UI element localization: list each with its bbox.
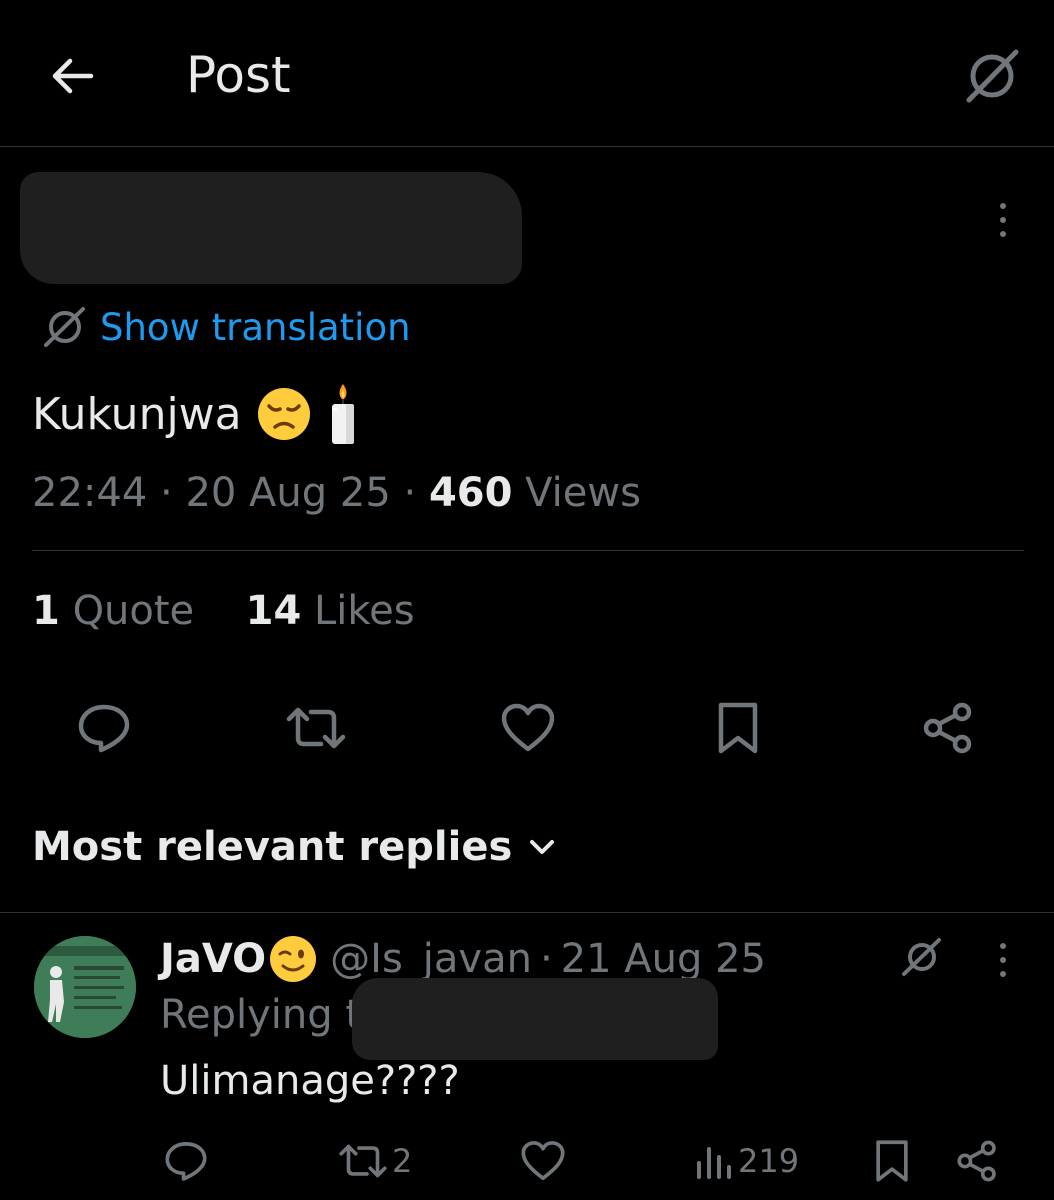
reply-text: Ulimanage???? <box>160 1058 460 1104</box>
post-meta: 22:44 · 20 Aug 25 · 460 Views <box>32 470 641 516</box>
share-icon <box>957 1140 996 1182</box>
likes-link[interactable]: 14 Likes <box>246 588 415 634</box>
reply-icon <box>165 1142 207 1181</box>
more-options-button[interactable] <box>984 196 1022 244</box>
repost-button[interactable] <box>284 696 348 760</box>
arrow-left-icon <box>52 58 94 94</box>
page-title: Post <box>186 46 291 104</box>
more-dot <box>1000 231 1006 237</box>
grok-icon <box>44 307 85 347</box>
reply-views-count: 219 <box>738 1142 800 1180</box>
reply-sort-label: Most relevant replies <box>32 824 513 870</box>
winking-face-icon <box>270 936 317 982</box>
bookmark-icon <box>718 702 758 754</box>
grok-button[interactable] <box>894 932 948 982</box>
meta-separator: · <box>403 470 417 516</box>
grok-button[interactable] <box>958 44 1026 108</box>
reply-repost-button[interactable]: 2 <box>338 1136 412 1186</box>
more-dot <box>1000 957 1006 963</box>
grok-icon <box>966 49 1019 103</box>
disappointed-face-icon <box>257 388 310 440</box>
post-stats: 1 Quote 14 Likes <box>32 588 415 634</box>
likes-label: Likes <box>314 588 415 634</box>
reply-views-button[interactable]: 219 <box>694 1136 799 1186</box>
reply-icon <box>78 704 130 753</box>
candle-icon <box>331 384 354 444</box>
avatar-image <box>34 936 136 1038</box>
show-translation-link[interactable]: Show translation <box>40 302 411 352</box>
reply-more-options-button[interactable] <box>984 936 1022 984</box>
reply-button[interactable] <box>72 696 136 760</box>
bookmark-icon <box>876 1140 908 1182</box>
share-icon <box>923 702 972 754</box>
post-time: 22:44 <box>32 470 148 516</box>
top-bar: Post <box>0 0 1054 147</box>
bookmark-button[interactable] <box>706 696 770 760</box>
reply-date: 21 Aug 25 <box>560 936 766 982</box>
repost-icon <box>286 707 346 749</box>
post-body: Kukunjwa <box>32 388 242 440</box>
quotes-count: 1 <box>32 588 60 634</box>
views-count: 460 <box>428 470 513 516</box>
redacted-author-info <box>20 172 522 284</box>
post-text: Kukunjwa <box>32 382 360 446</box>
grok-icon <box>902 938 941 976</box>
avatar[interactable] <box>34 936 136 1038</box>
repost-icon <box>339 1144 387 1178</box>
back-button[interactable] <box>44 50 100 102</box>
quotes-label: Quote <box>72 588 195 634</box>
post-date: 20 Aug 25 <box>185 470 391 516</box>
reply-sort-dropdown[interactable]: Most relevant replies <box>32 824 556 870</box>
reply-header: JaVO @Is_javan · 21 Aug 25 <box>160 934 766 984</box>
heart-icon <box>521 1141 565 1181</box>
reply-bookmark-button[interactable] <box>874 1136 910 1186</box>
more-dot <box>1000 217 1006 223</box>
like-button[interactable] <box>496 696 560 760</box>
more-dot <box>1000 943 1006 949</box>
replying-to: Replying t <box>160 992 361 1038</box>
replying-to-label: Replying t <box>160 992 362 1038</box>
likes-count: 14 <box>245 588 302 634</box>
quotes-link[interactable]: 1 Quote <box>32 588 194 634</box>
views-label: Views <box>525 470 641 516</box>
show-translation-label: Show translation <box>100 305 411 349</box>
more-dot <box>1000 203 1006 209</box>
reply-like-button[interactable] <box>520 1136 566 1186</box>
reply-author-handle[interactable]: @Is_javan <box>330 936 532 982</box>
analytics-icon <box>697 1147 731 1179</box>
divider <box>32 550 1024 551</box>
redacted-replying-to <box>352 978 718 1060</box>
reply-share-button[interactable] <box>956 1136 998 1186</box>
reply-author-name[interactable]: JaVO <box>160 936 266 982</box>
reply-repost-count: 2 <box>392 1142 413 1180</box>
chevron-down-icon <box>530 840 555 854</box>
divider <box>0 912 1054 913</box>
meta-separator: · <box>160 470 173 516</box>
meta-separator: · <box>539 936 553 982</box>
share-button[interactable] <box>916 696 980 760</box>
reply-comment-button[interactable] <box>164 1136 208 1186</box>
more-dot <box>1000 971 1006 977</box>
heart-icon <box>501 703 555 752</box>
